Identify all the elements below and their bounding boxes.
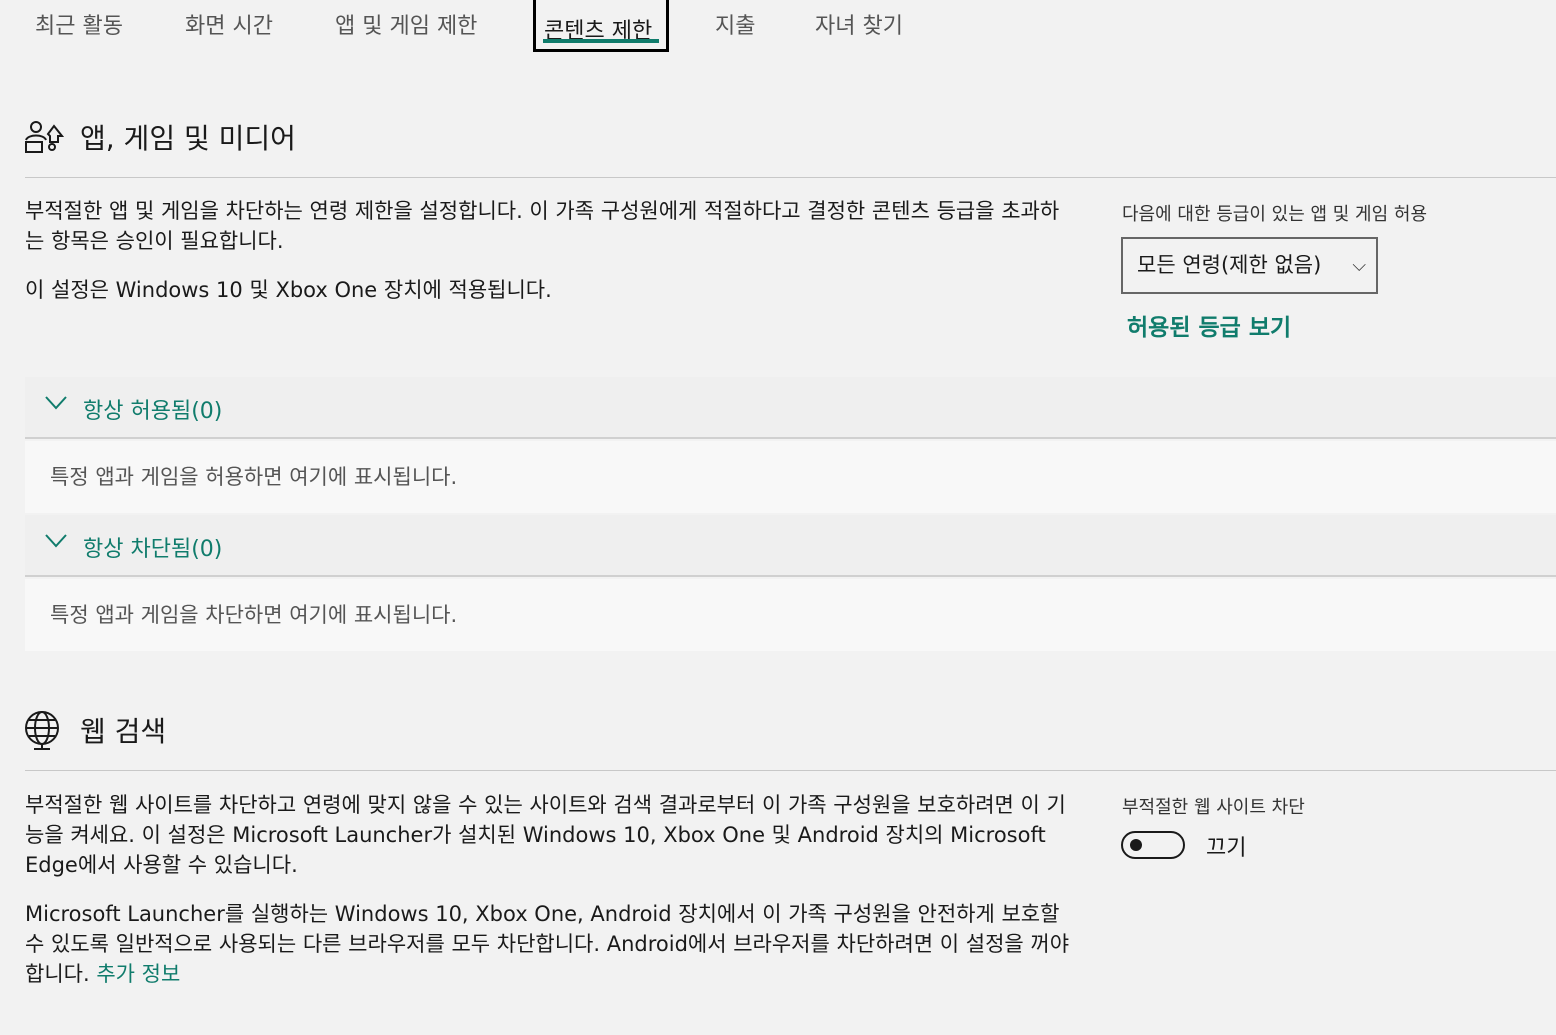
tab-spending[interactable]: 지출	[715, 8, 755, 40]
section-divider	[25, 177, 1556, 178]
active-tab-indicator	[543, 39, 659, 43]
rating-label: 다음에 대한 등급이 있는 앱 및 게임 허용	[1122, 204, 1428, 225]
view-allowed-ratings-link[interactable]: 허용된 등급 보기	[1127, 308, 1291, 342]
always-blocked-empty-text: 특정 앱과 게임을 차단하면 여기에 표시됩니다.	[50, 603, 458, 627]
age-rating-select[interactable]: 모든 연령(제한 없음) ⌵	[1121, 237, 1378, 294]
web-description-2: Microsoft Launcher를 실행하는 Windows 10, Xbo…	[25, 899, 1070, 989]
always-blocked-header[interactable]: 항상 차단됨(0)	[25, 515, 1556, 577]
apps-games-media-icon	[24, 118, 65, 160]
block-websites-toggle[interactable]	[1121, 831, 1185, 859]
apps-description-1: 부적절한 앱 및 게임을 차단하는 연령 제한을 설정합니다. 이 가족 구성원…	[25, 199, 1060, 253]
always-allowed-header[interactable]: 항상 허용됨(0)	[25, 377, 1556, 439]
chevron-down-icon	[45, 533, 67, 552]
section-divider	[25, 770, 1556, 771]
more-info-link[interactable]: 추가 정보	[96, 962, 180, 986]
section-title-apps: 앱, 게임 및 미디어	[80, 122, 296, 155]
always-blocked-label: 항상 차단됨(0)	[83, 537, 223, 562]
globe-icon	[24, 710, 60, 754]
web-description-2-text: Microsoft Launcher를 실행하는 Windows 10, Xbo…	[25, 902, 1070, 986]
block-websites-label: 부적절한 웹 사이트 차단	[1122, 797, 1305, 818]
always-allowed-body: 특정 앱과 게임을 허용하면 여기에 표시됩니다.	[25, 441, 1556, 513]
chevron-down-icon	[45, 395, 67, 414]
tab-app-game-limits[interactable]: 앱 및 게임 제한	[335, 8, 477, 40]
section-title-web: 웹 검색	[80, 715, 167, 748]
chevron-down-icon: ⌵	[1352, 255, 1366, 276]
tab-bar: 최근 활동 화면 시간 앱 및 게임 제한 콘텐츠 제한 지출 자녀 찾기	[0, 0, 1556, 60]
tab-content-restrictions[interactable]: 콘텐츠 제한	[533, 0, 669, 52]
tab-screen-time[interactable]: 화면 시간	[185, 8, 273, 40]
apps-description-2: 이 설정은 Windows 10 및 Xbox One 장치에 적용됩니다.	[25, 278, 552, 302]
toggle-state-label: 끄기	[1206, 836, 1247, 861]
always-allowed-label: 항상 허용됨(0)	[83, 399, 223, 424]
tab-find-child[interactable]: 자녀 찾기	[815, 8, 903, 40]
age-rating-value: 모든 연령(제한 없음)	[1137, 253, 1322, 277]
web-description-1: 부적절한 웹 사이트를 차단하고 연령에 맞지 않을 수 있는 사이트와 검색 …	[25, 793, 1066, 877]
always-allowed-empty-text: 특정 앱과 게임을 허용하면 여기에 표시됩니다.	[50, 465, 458, 489]
toggle-knob	[1130, 839, 1142, 851]
always-blocked-body: 특정 앱과 게임을 차단하면 여기에 표시됩니다.	[25, 579, 1556, 651]
tab-recent-activity[interactable]: 최근 활동	[35, 8, 123, 40]
